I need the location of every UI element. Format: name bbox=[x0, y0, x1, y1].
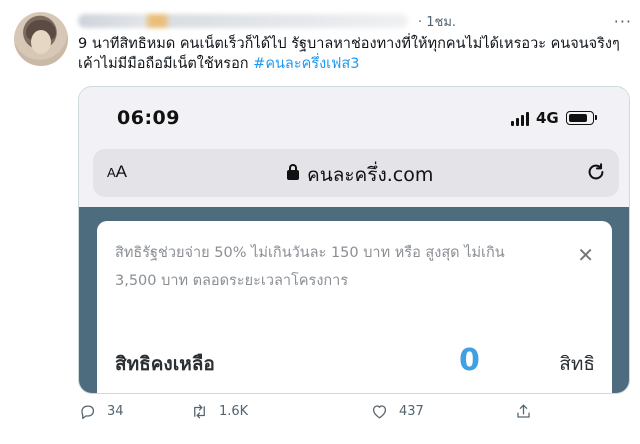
heart-icon bbox=[372, 405, 387, 419]
phone-clock: 06:09 bbox=[117, 107, 180, 129]
retweet-icon bbox=[194, 404, 205, 419]
phone-status-bar: 06:09 4G bbox=[79, 87, 629, 145]
avatar-face bbox=[31, 30, 51, 54]
reload-icon bbox=[588, 163, 604, 180]
user-avatar[interactable] bbox=[14, 12, 68, 66]
reply-count: 34 bbox=[107, 404, 124, 419]
share-icon bbox=[517, 404, 530, 418]
more-dots-icon[interactable]: ··· bbox=[614, 12, 632, 31]
tweet-actions: 34 1.6K 437 bbox=[78, 402, 598, 430]
hashtag-link[interactable]: #คนละครึ่งเฟส3 bbox=[253, 56, 359, 72]
rights-description: สิทธิรัฐช่วยจ่าย 50% ไม่เกินวันละ 150 บา… bbox=[115, 245, 505, 289]
signal-icon bbox=[511, 112, 529, 126]
text-size-button: AA bbox=[107, 162, 128, 181]
reply-button[interactable]: 34 bbox=[78, 402, 124, 421]
like-button[interactable]: 437 bbox=[370, 402, 424, 421]
remaining-value: 0 bbox=[459, 343, 480, 378]
reply-icon bbox=[81, 405, 95, 420]
tweet-time[interactable]: · 1ชม. bbox=[418, 11, 456, 32]
network-type: 4G bbox=[536, 109, 559, 127]
lock-icon bbox=[287, 164, 299, 180]
battery-icon bbox=[566, 111, 597, 125]
retweet-button[interactable]: 1.6K bbox=[190, 402, 248, 421]
tweet-header: · 1ชม. ··· bbox=[78, 11, 640, 32]
share-button[interactable] bbox=[514, 402, 533, 421]
like-count: 437 bbox=[399, 404, 424, 419]
remaining-label: สิทธิคงเหลือ bbox=[115, 353, 215, 375]
rights-card: สิทธิรัฐช่วยจ่าย 50% ไม่เกินวันละ 150 บา… bbox=[97, 221, 612, 393]
tweet-body: 9 นาทีสิทธิหมด คนเน็ตเร็วก็ได้ไป รัฐบาลห… bbox=[78, 34, 628, 74]
remaining-unit: สิทธิ bbox=[559, 353, 595, 375]
remaining-rights-row: สิทธิคงเหลือ 0 สิทธิ bbox=[115, 343, 595, 378]
close-icon: ✕ bbox=[577, 243, 594, 267]
url-text: คนละครึ่ง.com bbox=[307, 164, 434, 186]
attached-screenshot[interactable]: 06:09 4G AA คนละครึ่ง.com สิทธิรัฐช่วยจ่… bbox=[78, 86, 630, 394]
retweet-count: 1.6K bbox=[219, 404, 249, 419]
browser-url-bar: AA คนละครึ่ง.com bbox=[93, 149, 619, 197]
app-content-area: สิทธิรัฐช่วยจ่าย 50% ไม่เกินวันละ 150 บา… bbox=[79, 207, 629, 393]
blurred-username[interactable] bbox=[78, 14, 408, 28]
